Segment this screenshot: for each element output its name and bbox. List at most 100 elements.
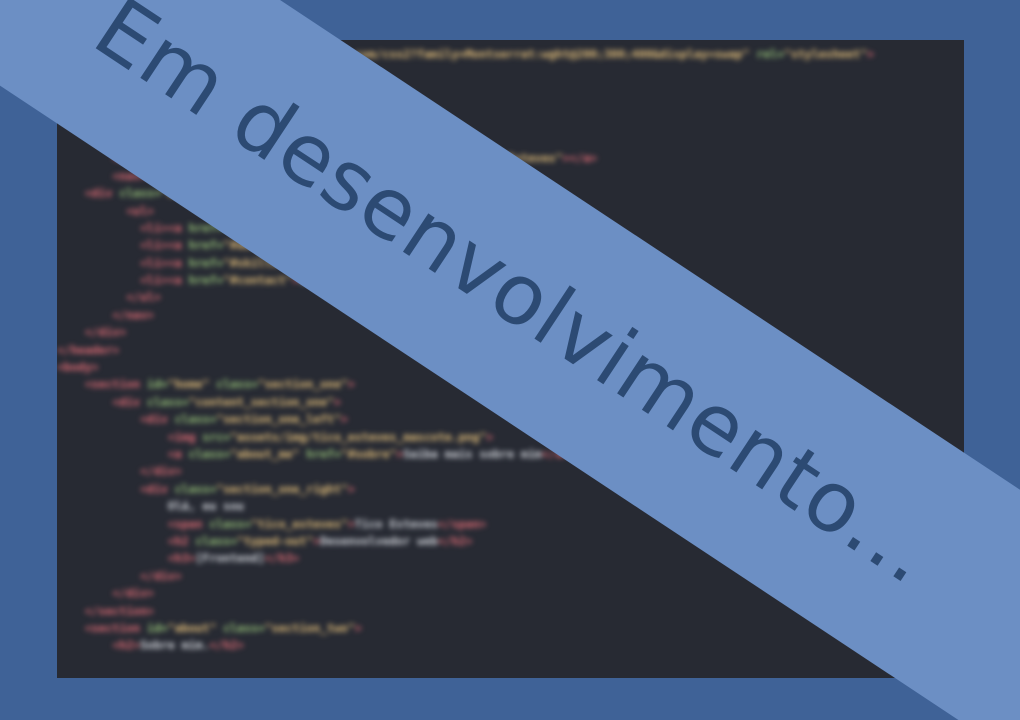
code-token: "typed-out" <box>237 533 314 548</box>
code-token: Tico Esteves <box>354 516 438 531</box>
code-token: class= <box>188 533 238 548</box>
code-token: "section_one_left" <box>216 412 341 427</box>
code-token: Desenvolvedor web <box>320 533 438 548</box>
code-token: ></a> <box>562 151 598 166</box>
code-token: <li><a <box>140 238 182 253</box>
code-token: "#contact" <box>223 273 293 288</box>
code-token: <img <box>167 429 196 444</box>
code-token: "stylesheet" <box>784 47 868 61</box>
code-token: <h3> <box>167 551 196 566</box>
code-token: class= <box>209 377 258 392</box>
code-token: </ul> <box>126 290 161 305</box>
code-token: "about_me" <box>230 446 300 461</box>
code-token: "assets/img/tico_esteves_mascote.png" <box>230 429 487 444</box>
code-token: <h2 <box>167 533 189 548</box>
code-token: </div> <box>140 568 182 583</box>
under-construction-card: <link href="https://fonts.googleapis.com… <box>0 0 1020 720</box>
code-token: src= <box>195 429 231 444</box>
code-token: href= <box>181 273 224 288</box>
code-token: Sobre mim. <box>140 638 210 653</box>
code-token: <ul> <box>126 203 154 218</box>
code-token: </h2> <box>437 533 473 548</box>
code-token: class= <box>202 516 251 531</box>
code-token: class= <box>112 186 161 201</box>
code-token: Olá, eu sou <box>167 499 244 514</box>
code-token: "section_one_right" <box>216 481 348 496</box>
code-token: Saiba mais sobre mim <box>403 446 542 461</box>
code-token: </div> <box>140 464 182 479</box>
code-token: > <box>333 394 341 409</box>
code-token: id= <box>140 377 168 392</box>
code-line: <h2>Sobre mim.</h2> <box>57 637 964 654</box>
code-token: href= <box>181 255 224 270</box>
code-token: <div <box>140 481 168 496</box>
code-token: </div> <box>84 325 127 340</box>
code-token: > <box>347 481 355 496</box>
code-token: > <box>486 429 494 444</box>
code-token: "home" <box>167 377 210 392</box>
code-token: class= <box>140 394 189 409</box>
code-token: class= <box>216 620 265 635</box>
code-token: > <box>867 47 875 61</box>
code-token: > <box>347 516 355 531</box>
code-token: <li><a <box>140 220 182 235</box>
code-token: > <box>340 412 348 427</box>
code-token: </h2> <box>209 638 244 653</box>
code-token: </h3> <box>264 551 300 566</box>
code-token: <span <box>167 516 203 531</box>
code-token: </nav> <box>112 307 154 322</box>
code-token: <div <box>112 394 141 409</box>
code-token: [Frontend] <box>195 551 265 566</box>
code-token: </header> <box>57 342 120 357</box>
code-token: "#sobre" <box>340 446 397 461</box>
code-token: <li><a <box>140 273 182 288</box>
code-token: class= <box>167 481 217 496</box>
code-token: <div <box>84 186 113 201</box>
code-token: rel= <box>749 47 785 61</box>
code-token: href= <box>181 238 224 253</box>
code-token: </div> <box>112 586 154 601</box>
code-token: "section_one" <box>257 377 348 392</box>
code-token: "section_two" <box>264 620 355 635</box>
code-token: <a <box>167 446 182 461</box>
code-token: class= <box>167 412 217 427</box>
code-token: <section <box>84 377 141 392</box>
code-token: <h2> <box>112 638 141 653</box>
code-token: <section <box>84 620 141 635</box>
code-token: class= <box>181 446 231 461</box>
code-token: "about" <box>167 620 217 635</box>
code-token: <li><a <box>140 255 182 270</box>
code-token: > <box>354 620 362 635</box>
code-token: <body> <box>57 360 99 375</box>
code-token: "tico_esteves" <box>250 516 348 531</box>
code-token: "content_section_one" <box>188 394 334 409</box>
code-token: > <box>347 377 355 392</box>
code-token: </section> <box>84 603 154 618</box>
